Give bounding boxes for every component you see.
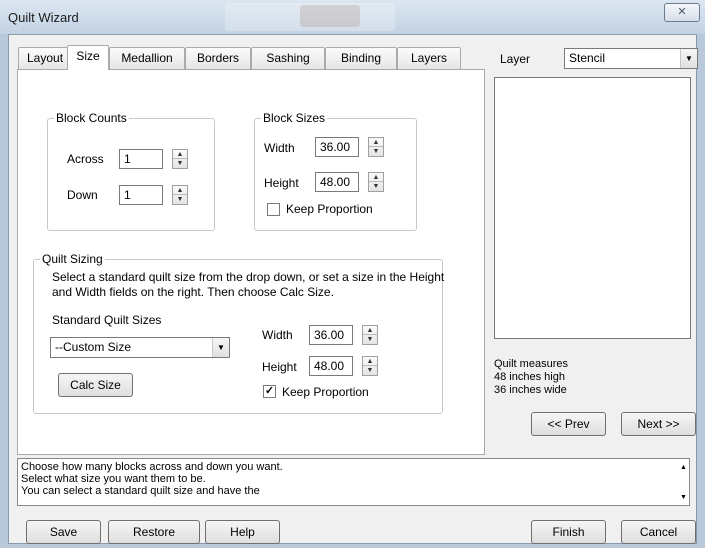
quilt-height-input[interactable]: 48.00 — [309, 356, 353, 376]
block-width-spinner[interactable]: ▲ ▼ — [368, 137, 384, 157]
chevron-down-icon[interactable]: ▼ — [212, 338, 229, 357]
layer-dropdown[interactable]: Stencil ▼ — [564, 48, 698, 69]
help-text-box[interactable]: Choose how many blocks across and down y… — [17, 458, 690, 506]
quilt-sizing-group: Quilt Sizing Select a standard quilt siz… — [33, 252, 445, 414]
measures-title: Quilt measures — [494, 358, 568, 370]
spin-up-icon[interactable]: ▲ — [363, 357, 377, 366]
next-button[interactable]: Next >> — [621, 412, 696, 436]
spin-up-icon[interactable]: ▲ — [369, 138, 383, 147]
title-bar-glass-accent — [300, 5, 360, 27]
down-spinner[interactable]: ▲ ▼ — [172, 185, 188, 205]
spin-down-icon[interactable]: ▼ — [369, 182, 383, 191]
restore-button[interactable]: Restore — [108, 520, 200, 544]
spin-down-icon[interactable]: ▼ — [363, 366, 377, 375]
tab-layers[interactable]: Layers — [397, 47, 461, 69]
across-label: Across — [67, 152, 104, 166]
block-height-input[interactable]: 48.00 — [315, 172, 359, 192]
quilt-width-spinner[interactable]: ▲ ▼ — [362, 325, 378, 345]
spin-up-icon[interactable]: ▲ — [173, 150, 187, 159]
cancel-button[interactable]: Cancel — [621, 520, 696, 544]
measures-height: 48 inches high — [494, 371, 565, 383]
quilt-sizing-title: Quilt Sizing — [40, 252, 105, 266]
close-icon: ✕ — [677, 6, 687, 18]
spin-up-icon[interactable]: ▲ — [363, 326, 377, 335]
quilt-width-input[interactable]: 36.00 — [309, 325, 353, 345]
tab-size[interactable]: Size — [67, 45, 109, 70]
tab-layout[interactable]: Layout — [18, 47, 68, 69]
block-counts-group: Block Counts Across 1 ▲ ▼ Down 1 ▲ ▼ — [47, 111, 215, 231]
help-text-line: Choose how many blocks across and down y… — [21, 461, 283, 473]
tab-borders[interactable]: Borders — [185, 47, 251, 69]
prev-button[interactable]: << Prev — [531, 412, 606, 436]
measures-width: 36 inches wide — [494, 384, 567, 396]
close-button[interactable]: ✕ — [664, 3, 700, 22]
wizard-client-area: Layout Size Medallion Borders Sashing Bi… — [8, 34, 698, 544]
calc-size-button[interactable]: Calc Size — [58, 373, 133, 397]
finish-button[interactable]: Finish — [531, 520, 606, 544]
spin-up-icon[interactable]: ▲ — [369, 173, 383, 182]
help-button[interactable]: Help — [205, 520, 280, 544]
window-title: Quilt Wizard — [8, 10, 79, 25]
tab-medallion[interactable]: Medallion — [109, 47, 185, 69]
checkmark-icon: ✓ — [264, 385, 275, 397]
block-height-label: Height — [264, 176, 299, 190]
block-sizes-title: Block Sizes — [261, 111, 328, 125]
quilt-preview — [494, 77, 691, 339]
layer-selected: Stencil — [569, 51, 606, 65]
quilt-width-label: Width — [262, 328, 293, 342]
chevron-down-icon[interactable]: ▼ — [680, 49, 697, 68]
tab-sashing[interactable]: Sashing — [251, 47, 325, 69]
quilt-height-label: Height — [262, 360, 297, 374]
scroll-up-icon[interactable]: ▲ — [680, 462, 687, 474]
block-width-label: Width — [264, 141, 295, 155]
block-width-input[interactable]: 36.00 — [315, 137, 359, 157]
block-sizes-group: Block Sizes Width 36.00 ▲ ▼ Height 48.00… — [254, 111, 417, 231]
help-text-line: You can select a standard quilt size and… — [21, 485, 260, 497]
help-text-scrollbar[interactable]: ▲ ▼ — [678, 459, 690, 505]
block-keep-proportion-label: Keep Proportion — [286, 202, 373, 216]
spin-down-icon[interactable]: ▼ — [173, 159, 187, 168]
standard-sizes-dropdown[interactable]: --Custom Size ▼ — [50, 337, 230, 358]
spin-down-icon[interactable]: ▼ — [173, 195, 187, 204]
title-bar[interactable]: Quilt Wizard ✕ — [0, 0, 705, 34]
standard-sizes-label: Standard Quilt Sizes — [52, 313, 162, 327]
block-keep-proportion-checkbox[interactable] — [267, 203, 280, 216]
across-spinner[interactable]: ▲ ▼ — [172, 149, 188, 169]
down-label: Down — [67, 188, 98, 202]
block-height-spinner[interactable]: ▲ ▼ — [368, 172, 384, 192]
save-button[interactable]: Save — [26, 520, 101, 544]
quilt-sizing-description-line1: Select a standard quilt size from the dr… — [52, 270, 445, 284]
block-counts-title: Block Counts — [54, 111, 129, 125]
down-input[interactable]: 1 — [119, 185, 163, 205]
layer-label: Layer — [500, 52, 531, 66]
help-text-line: Select what size you want them to be. — [21, 473, 206, 485]
quilt-keep-proportion-checkbox[interactable]: ✓ — [263, 385, 276, 398]
spin-down-icon[interactable]: ▼ — [369, 147, 383, 156]
standard-sizes-selected: --Custom Size — [55, 340, 132, 354]
quilt-sizing-description-line2: and Width fields on the right. Then choo… — [52, 285, 334, 299]
across-input[interactable]: 1 — [119, 149, 163, 169]
quilt-keep-proportion-label: Keep Proportion — [282, 385, 369, 399]
scroll-down-icon[interactable]: ▼ — [680, 492, 687, 504]
spin-up-icon[interactable]: ▲ — [173, 186, 187, 195]
quilt-height-spinner[interactable]: ▲ ▼ — [362, 356, 378, 376]
tab-binding[interactable]: Binding — [325, 47, 397, 69]
size-tab-panel: Block Counts Across 1 ▲ ▼ Down 1 ▲ ▼ Blo… — [17, 69, 485, 455]
spin-down-icon[interactable]: ▼ — [363, 335, 377, 344]
